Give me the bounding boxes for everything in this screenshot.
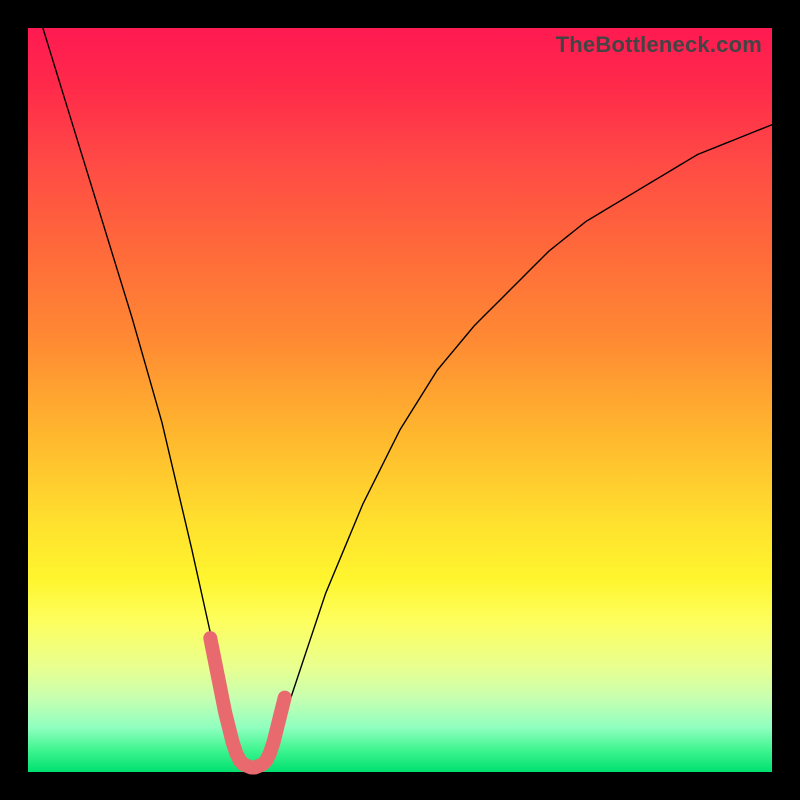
chart-frame: TheBottleneck.com bbox=[0, 0, 800, 800]
plot-area: TheBottleneck.com bbox=[28, 28, 772, 772]
curve-layer bbox=[28, 28, 772, 772]
highlight-segment bbox=[210, 638, 284, 767]
bottleneck-curve bbox=[43, 28, 772, 768]
